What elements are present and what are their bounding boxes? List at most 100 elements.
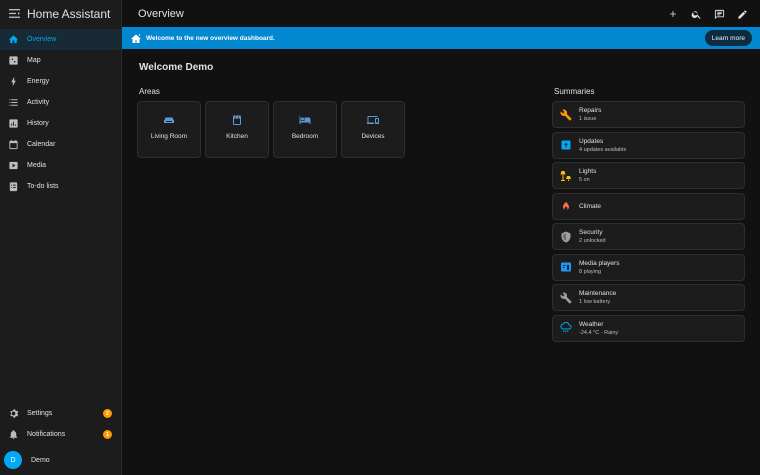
summary-desc: 2 unlocked [579,238,606,244]
areas-heading: Areas [139,87,160,96]
sidebar-item-label: Settings [27,410,53,417]
clipboard-list-icon [8,181,19,192]
sidebar-item-label: Calendar [27,141,56,148]
area-label: Bedroom [291,133,319,140]
chart-box-icon [8,118,19,129]
bed-icon [299,113,311,125]
calendar-icon [8,139,19,150]
area-card-devices[interactable]: Devices [341,101,405,158]
summary-desc: -24.4 °C · Rainy [579,329,619,336]
lightning-icon [8,76,19,87]
sidebar-item-label: Notifications [27,431,66,438]
summary-updates[interactable]: Updates 4 updates available [552,131,745,159]
summary-name: Lights [579,168,597,175]
sidebar-item-label: Overview [27,36,57,43]
wrench-icon [559,108,572,121]
edit-icon[interactable] [734,6,750,22]
sidebar-header: Home Assistant [0,0,121,27]
sidebar-item-energy[interactable]: Energy [0,71,121,92]
summary-desc: 5 on [579,177,590,183]
wrench-gray-icon [559,291,572,304]
weather-rainy-icon [559,322,572,335]
summary-desc: 8 playing [579,268,602,275]
sidebar-item-label: Media [27,162,47,169]
sidebar-item-label: Map [27,57,41,64]
area-card-kitchen[interactable]: Kitchen [205,101,269,158]
assist-icon[interactable] [711,6,727,22]
update-icon [559,139,572,152]
summary-name: Weather [579,320,604,328]
area-cards: Living Room Kitchen Bedroom Devices [137,101,409,158]
summary-lights[interactable]: Lights 5 on [552,162,745,189]
sidebar-bottom: Settings 2 Notifications 1 D Demo [0,403,121,475]
area-label: Living Room [150,133,188,140]
list-icon [8,97,19,108]
top-bar: Overview [122,0,760,27]
summary-name: Climate [579,202,602,210]
area-card-living-room[interactable]: Living Room [137,101,201,158]
search-icon[interactable] [688,6,704,22]
sidebar-item-activity[interactable]: Activity [0,92,121,113]
gear-icon [8,408,19,419]
sidebar-user[interactable]: D Demo [0,445,121,475]
media-players-icon [559,261,572,274]
app-title: Home Assistant [27,6,111,21]
summary-media-players[interactable]: Media players 8 playing [552,253,745,281]
sidebar-item-notifications[interactable]: Notifications 1 [0,424,121,445]
sidebar-item-label: To-do lists [27,183,59,190]
summary-repairs[interactable]: Repairs 1 issue [552,101,745,128]
map-icon [8,55,19,66]
area-label: Kitchen [226,133,248,140]
sidebar-item-media[interactable]: Media [0,155,121,176]
welcome-heading: Welcome Demo [139,62,214,73]
sidebar-item-label: History [27,120,49,127]
welcome-banner: Welcome to the new overview dashboard. L… [122,27,760,49]
sidebar: Home Assistant Overview Map Energy Activ… [0,0,122,475]
sidebar-item-label: Energy [27,78,50,85]
media-icon [8,160,19,171]
summary-name: Security [579,229,603,236]
area-label: Devices [361,133,385,140]
summary-maintenance[interactable]: Maintenance 1 low battery [552,284,745,311]
summary-climate[interactable]: Climate [552,192,745,220]
banner-text: Welcome to the new overview dashboard. [146,34,275,42]
summary-name: Maintenance [579,290,617,297]
avatar: D [4,451,22,469]
settings-badge: 2 [103,409,112,418]
learn-more-button[interactable]: Learn more [704,30,752,46]
add-icon[interactable] [665,6,681,22]
summaries-list: Repairs 1 issue Updates 4 updates availabl… [552,101,745,345]
summary-desc: 1 issue [579,116,597,122]
toolbar-actions [658,6,750,22]
sofa-icon [163,113,175,125]
sidebar-item-label: Activity [27,99,50,106]
summary-desc: 4 updates available [579,146,627,153]
sidebar-item-todo[interactable]: To-do lists [0,176,121,197]
summary-desc: 1 low battery [579,299,611,305]
home-icon [8,34,19,45]
summary-name: Repairs [579,107,602,114]
lamps-icon [559,169,572,182]
summary-weather[interactable]: Weather -24.4 °C · Rainy [552,314,745,342]
sidebar-item-overview[interactable]: Overview [0,29,121,50]
user-name: Demo [31,456,50,464]
bell-icon [8,429,19,440]
sidebar-nav: Overview Map Energy Activity History Cal… [0,29,121,197]
stove-icon [231,113,243,125]
home-sparkle-icon [130,32,142,44]
summary-name: Media players [579,259,620,267]
page-title: Overview [138,7,184,20]
notifications-badge: 1 [103,430,112,439]
devices-icon [367,113,379,125]
thermostat-icon [559,200,572,213]
sidebar-item-history[interactable]: History [0,113,121,134]
menu-icon[interactable] [7,7,21,21]
sidebar-item-calendar[interactable]: Calendar [0,134,121,155]
shield-icon [559,230,572,243]
summaries-heading: Summaries [554,87,595,96]
area-card-bedroom[interactable]: Bedroom [273,101,337,158]
summary-security[interactable]: Security 2 unlocked [552,223,745,250]
summary-name: Updates [579,137,604,145]
sidebar-item-map[interactable]: Map [0,50,121,71]
sidebar-item-settings[interactable]: Settings 2 [0,403,121,424]
